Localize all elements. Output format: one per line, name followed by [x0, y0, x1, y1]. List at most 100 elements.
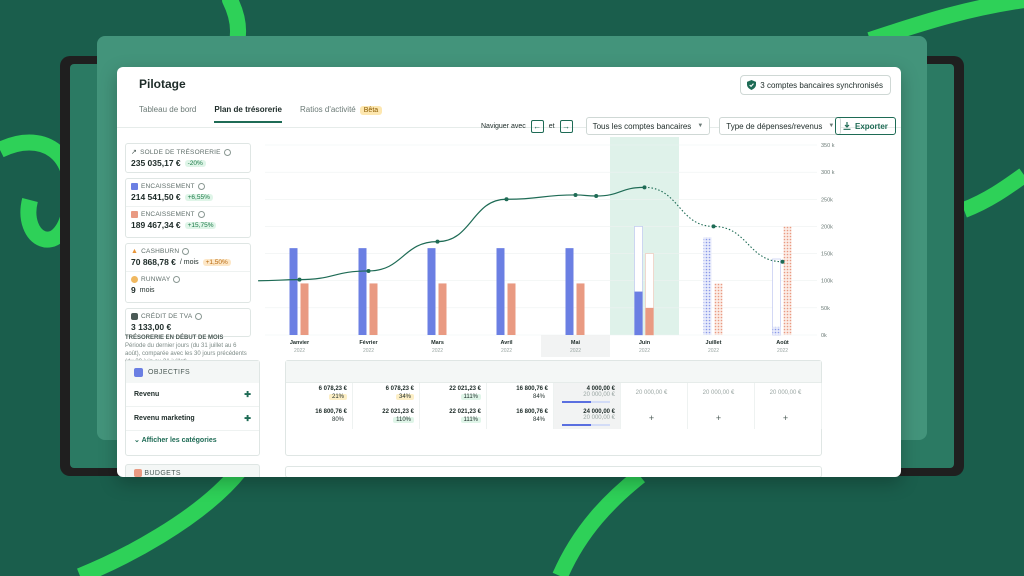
- objectifs-panel: OBJECTIFS Revenu ✚ Revenu marketing ✚ ⌄ …: [125, 360, 260, 456]
- budgets-grid: [285, 466, 822, 477]
- y-tick-label: 300 k: [821, 170, 835, 176]
- objectifs-title: OBJECTIFS: [148, 368, 191, 376]
- cell-percent: 111%: [460, 417, 481, 423]
- cashflow-chart: 0k 50k 100k 150k 200k 250k 300 k 350 k Janvier 20…: [258, 137, 835, 357]
- cell-target: 20 000,00 €: [583, 415, 615, 421]
- grid-cell[interactable]: 22 021,23 € 111%: [420, 383, 487, 406]
- x-tick-year: 2022: [363, 348, 374, 354]
- grid-row: 16 800,76 €80% 22 021,23 €110% 22 021,23 €…: [286, 406, 823, 429]
- inflow-bar: [358, 248, 367, 335]
- inflow-bar: [565, 248, 574, 335]
- grid-cell[interactable]: 20 000,00 €: [755, 383, 822, 406]
- objectifs-header[interactable]: OBJECTIFS: [126, 361, 259, 383]
- cell-value: 22 021,23 €: [449, 409, 481, 415]
- grid-cell[interactable]: 22 021,23 € 110%: [353, 406, 420, 429]
- x-tick-label: Février: [359, 340, 378, 346]
- cell-value: 22 021,23 €: [382, 409, 414, 415]
- objectif-label: Revenu: [134, 391, 160, 398]
- treasury-point: [504, 197, 509, 202]
- outflow-bar: [783, 226, 792, 335]
- outflow-bar: [507, 283, 516, 335]
- inflow-bar: [289, 248, 298, 335]
- y-tick-label: 350 k: [821, 143, 835, 149]
- treasury-point: [711, 224, 716, 229]
- treasury-point: [780, 259, 785, 264]
- cell-percent: 111%: [460, 394, 481, 400]
- cell-percent: 110%: [393, 417, 414, 423]
- outflow-bar: [369, 283, 378, 335]
- grid-cell[interactable]: 24 000,00 €20 000,00 €: [554, 406, 621, 429]
- cell-value: 16 800,76 €: [315, 409, 347, 415]
- chevron-down-icon: ⌄: [134, 437, 140, 444]
- pin-icon[interactable]: ✚: [244, 414, 251, 423]
- progress-bar: [562, 424, 610, 426]
- grid-row: 6 078,23 € 21% 6 078,23 € 34% 22 021,23 € 111…: [286, 383, 823, 406]
- outflow-bar: [645, 307, 654, 335]
- show-categories-link[interactable]: ⌄ Afficher les catégories: [126, 431, 259, 449]
- cell-target: 20 000,00 €: [583, 392, 615, 398]
- y-tick-label: 100k: [821, 279, 833, 285]
- grid-cell[interactable]: 4 000,00 €20 000,00 €: [554, 383, 621, 406]
- grid-cell[interactable]: 16 800,76 € 84%: [487, 406, 554, 429]
- plus-icon[interactable]: +: [649, 413, 654, 423]
- cell-percent: 34%: [395, 394, 414, 400]
- x-tick-year: 2022: [570, 348, 581, 354]
- y-tick-label: 150k: [821, 252, 833, 258]
- cell-value: 6 078,23 €: [318, 386, 347, 392]
- x-tick-year: 2022: [708, 348, 719, 354]
- x-tick-label: Avril: [500, 340, 512, 346]
- projected-bar-outline: [772, 258, 781, 336]
- grid-cell[interactable]: 6 078,23 € 34%: [353, 383, 420, 406]
- y-tick-label: 250k: [821, 197, 833, 203]
- x-tick-year: 2022: [432, 348, 443, 354]
- cell-value: 6 078,23 €: [385, 386, 414, 392]
- x-tick-label: Mars: [431, 340, 444, 346]
- highlight-column: [610, 137, 679, 335]
- cell-percent: 21%: [328, 394, 347, 400]
- cell-percent: 84%: [532, 417, 545, 423]
- cell-percent: 84%: [532, 394, 545, 400]
- objectif-row[interactable]: Revenu marketing ✚: [126, 407, 259, 431]
- grid-cell[interactable]: +: [688, 406, 755, 429]
- x-tick-year: 2022: [294, 348, 305, 354]
- x-tick-label: Juin: [639, 340, 651, 346]
- cell-percent: 80%: [331, 417, 344, 423]
- budgets-panel[interactable]: BUDGETS: [125, 464, 260, 477]
- grid-cell[interactable]: 6 078,23 € 21%: [286, 383, 353, 406]
- inflow-bar: [634, 291, 643, 335]
- pin-icon[interactable]: ✚: [244, 390, 251, 399]
- budgets-title: BUDGETS: [144, 469, 181, 477]
- app-window: Pilotage 3 comptes bancaires synchronisé…: [117, 67, 901, 477]
- objectif-row[interactable]: Revenu ✚: [126, 383, 259, 407]
- inflow-bar: [772, 326, 781, 335]
- inflow-bar: [703, 237, 712, 335]
- cell-value: 16 800,76 €: [516, 409, 548, 415]
- y-tick-label: 0k: [821, 333, 827, 339]
- progress-bar: [562, 401, 610, 403]
- treasury-line: [258, 186, 645, 282]
- x-tick-label: Août: [776, 340, 789, 346]
- grid-cell[interactable]: +: [755, 406, 822, 429]
- inflow-bar: [496, 248, 505, 335]
- grid-header: [286, 361, 821, 383]
- y-tick-label: 200k: [821, 224, 833, 230]
- grid-cell[interactable]: 16 800,76 € 80%: [286, 406, 353, 429]
- treasury-point: [594, 194, 599, 199]
- grid-cell[interactable]: 20 000,00 €: [621, 383, 688, 406]
- objectif-label: Revenu marketing: [134, 415, 195, 422]
- x-tick-label: Juillet: [706, 340, 722, 346]
- grid-cell[interactable]: 20 000,00 €: [688, 383, 755, 406]
- show-categories-label: Afficher les catégories: [141, 437, 217, 444]
- y-tick-label: 50k: [821, 306, 830, 312]
- x-tick-year: 2022: [639, 348, 650, 354]
- grid-cell[interactable]: 16 800,76 € 84%: [487, 383, 554, 406]
- x-tick-label: Janvier: [290, 340, 310, 346]
- outflow-bar: [300, 283, 309, 335]
- grid-cell[interactable]: +: [621, 406, 688, 429]
- cell-value: 16 800,76 €: [516, 386, 548, 392]
- x-tick-year: 2022: [777, 348, 788, 354]
- plus-icon[interactable]: +: [716, 413, 721, 423]
- grid-cell[interactable]: 22 021,23 € 111%: [420, 406, 487, 429]
- treasury-point: [435, 239, 440, 244]
- plus-icon[interactable]: +: [783, 413, 788, 423]
